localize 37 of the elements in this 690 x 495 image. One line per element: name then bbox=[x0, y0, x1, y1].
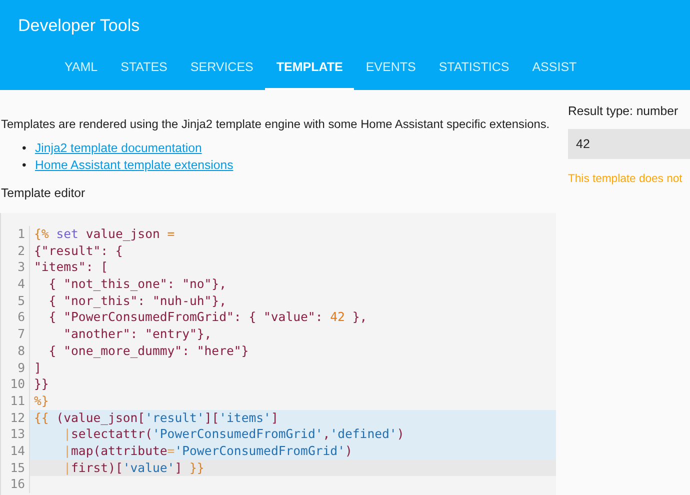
line-number: 12 bbox=[1, 410, 30, 426]
result-type-label: Result type: number bbox=[568, 104, 680, 118]
code-line: |first)['value'] }} bbox=[62, 460, 204, 476]
intro-text: Templates are rendered using the Jinja2 template engine with some Home Assistant specific extensions. bbox=[1, 117, 550, 132]
doc-link[interactable]: Jinja2 template documentation bbox=[35, 140, 202, 157]
code-line: { "one_more_dummy": "here"} bbox=[48, 342, 249, 360]
code-line: "items": [ bbox=[33, 259, 108, 276]
code-line: %} bbox=[33, 392, 49, 410]
code-line: "another": "entry"}, bbox=[62, 326, 212, 343]
line-number: 13 bbox=[1, 426, 30, 443]
code-line: |map(attribute='PowerConsumedFromGrid') bbox=[62, 442, 352, 460]
code-line: { "not_this_one": "no"}, bbox=[48, 276, 226, 293]
code-editor[interactable] bbox=[0, 213, 556, 495]
code-line: |selectattr('PowerConsumedFromGrid','defined') bbox=[62, 426, 404, 443]
bullet: • bbox=[22, 140, 28, 157]
result-output: 42 bbox=[568, 129, 690, 159]
code-line: {% set value_json = bbox=[33, 226, 175, 243]
code-line: {"result": { bbox=[33, 242, 123, 260]
page-title: Developer Tools bbox=[17, 15, 141, 37]
code-line: {{ (value_json['result']['items'] bbox=[33, 410, 278, 426]
warning-text: This template does not bbox=[568, 173, 684, 185]
code-line: { "PowerConsumedFromGrid": { "value": 42 }, bbox=[48, 309, 368, 326]
tab[interactable]: YAML bbox=[53, 49, 110, 90]
tab[interactable]: TEMPLATE bbox=[264, 49, 354, 90]
line-number: 15 bbox=[1, 460, 30, 476]
tab[interactable]: STATES bbox=[109, 49, 179, 90]
code-line: ] bbox=[33, 360, 42, 376]
bullet: • bbox=[22, 157, 28, 174]
editor-label: Template editor bbox=[1, 186, 86, 200]
code-line: }} bbox=[33, 376, 49, 393]
line-number: 14 bbox=[1, 442, 30, 460]
doc-link[interactable]: Home Assistant template extensions bbox=[35, 157, 234, 174]
tab[interactable]: SERVICES bbox=[178, 49, 265, 90]
tab[interactable]: STATISTICS bbox=[427, 49, 521, 90]
tab[interactable]: ASSIST bbox=[520, 49, 588, 90]
code-line: { "nor_this": "nuh-uh"}, bbox=[48, 292, 226, 310]
tab[interactable]: EVENTS bbox=[354, 49, 428, 90]
